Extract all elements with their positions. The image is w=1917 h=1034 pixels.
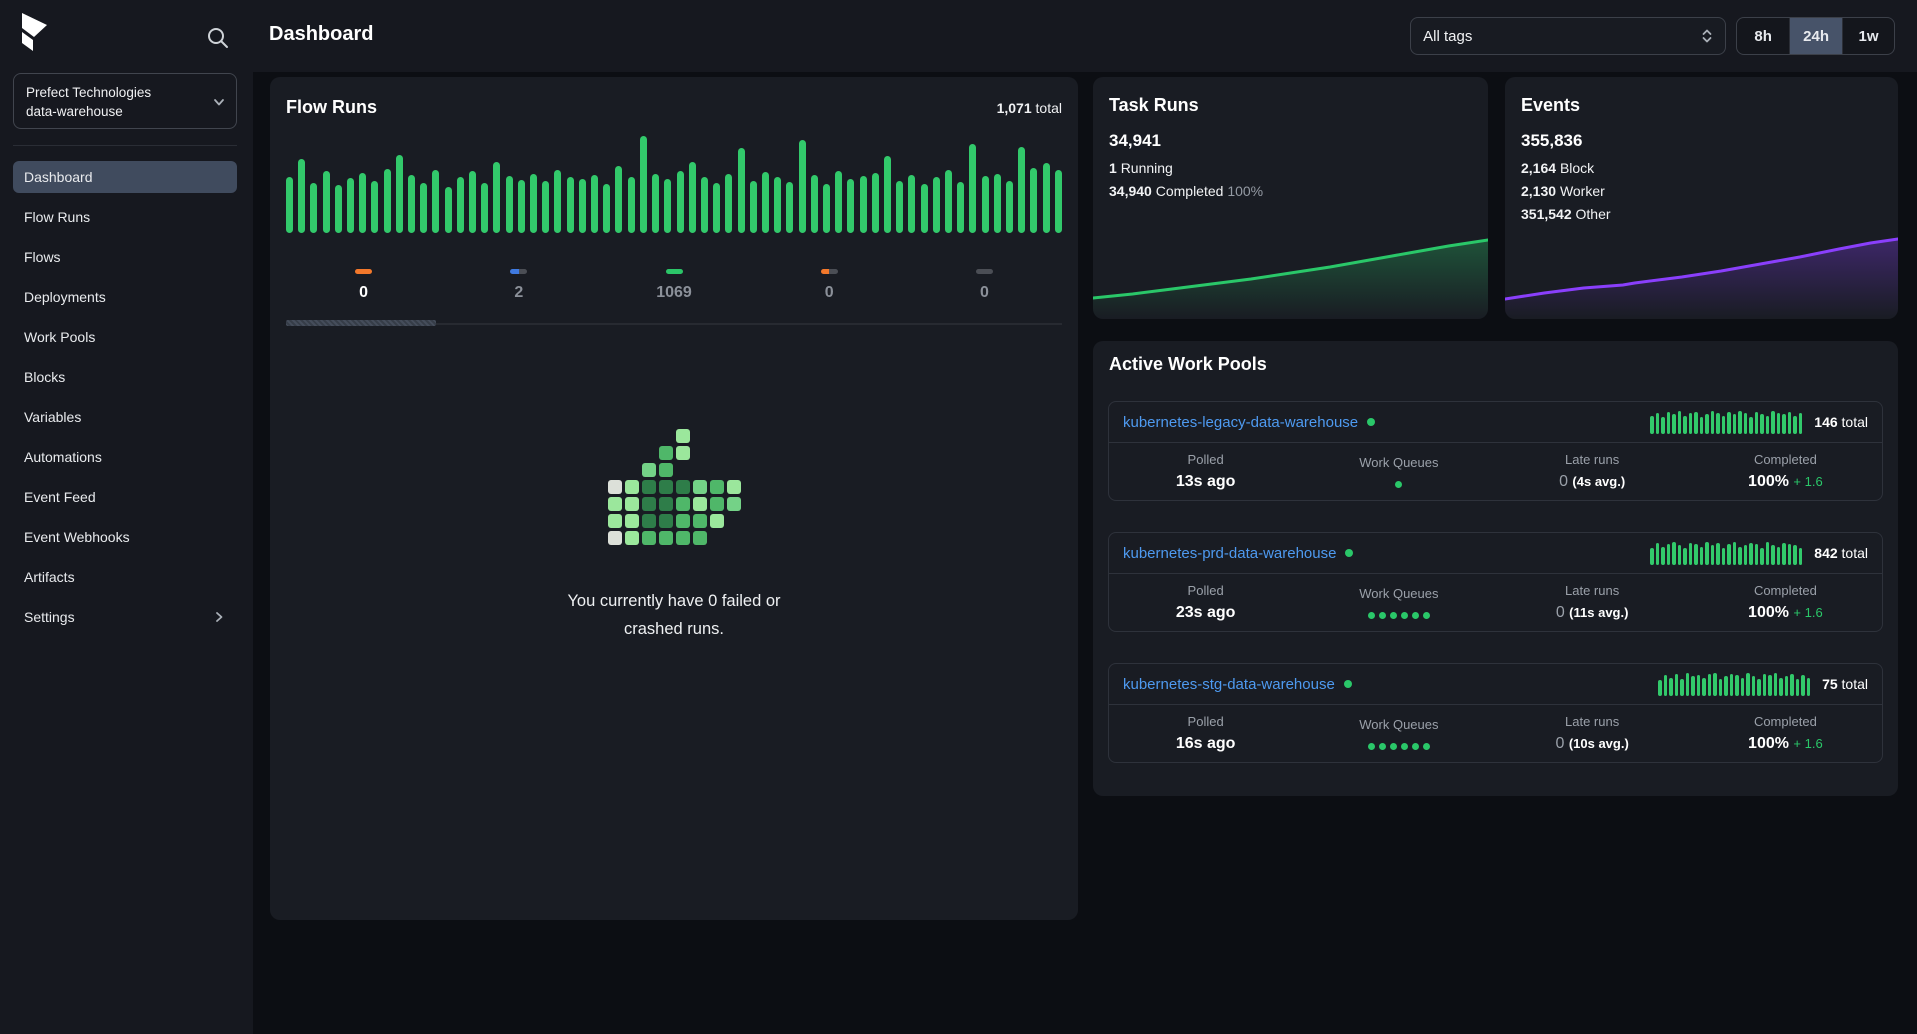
empty-state-text: You currently have 0 failed or crashed r… <box>567 587 780 643</box>
work-pool-row: kubernetes-prd-data-warehouse 842 total … <box>1108 532 1883 632</box>
healthy-dot-icon <box>1344 680 1352 688</box>
range-button-8h[interactable]: 8h <box>1737 18 1789 54</box>
events-worker-row: 2,130 Worker <box>1521 183 1882 199</box>
sidebar: Prefect Technologies data-warehouse Dash… <box>0 0 253 1034</box>
polled-stat: Polled 13s ago <box>1109 452 1302 491</box>
flow-runs-card: Flow Runs 1,071 total 0 2 1069 0 <box>270 77 1078 920</box>
sidebar-item-event-webhooks[interactable]: Event Webhooks <box>13 521 237 553</box>
task-runs-card: Task Runs 34,941 1 Running 34,940 Comple… <box>1093 77 1488 319</box>
active-work-pools-title: Active Work Pools <box>1109 354 1882 375</box>
sidebar-item-variables[interactable]: Variables <box>13 401 237 433</box>
prefect-logo-icon[interactable] <box>21 12 48 52</box>
legend-dash <box>355 269 372 274</box>
events-block-row: 2,164 Block <box>1521 160 1882 176</box>
chevron-right-icon <box>212 610 226 624</box>
work-pool-mini-bar-chart <box>1658 672 1810 696</box>
work-pool-total: 842 total <box>1814 545 1868 561</box>
events-title: Events <box>1521 95 1882 116</box>
tags-filter-value: All tags <box>1423 28 1472 45</box>
range-button-1w[interactable]: 1w <box>1842 18 1894 54</box>
events-card: Events 355,836 2,164 Block 2,130 Worker … <box>1505 77 1898 319</box>
legend-item-failed[interactable]: 0 <box>752 259 907 302</box>
main-content: Flow Runs 1,071 total 0 2 1069 0 <box>253 72 1917 1034</box>
flow-runs-total: 1,071 total <box>997 100 1062 116</box>
work-queues-stat: Work Queues <box>1302 455 1495 488</box>
work-pool-total: 146 total <box>1814 414 1868 430</box>
search-icon[interactable] <box>205 25 231 51</box>
work-pool-mini-bar-chart <box>1650 541 1802 565</box>
timeline-scrubber <box>286 320 1062 326</box>
work-pool-link[interactable]: kubernetes-legacy-data-warehouse <box>1123 414 1358 431</box>
work-queues-stat: Work Queues <box>1302 717 1495 750</box>
sidebar-item-settings[interactable]: Settings <box>13 601 237 633</box>
work-pool-row: kubernetes-stg-data-warehouse 75 total P… <box>1108 663 1883 763</box>
work-pool-link[interactable]: kubernetes-stg-data-warehouse <box>1123 676 1335 693</box>
work-queues-stat: Work Queues <box>1302 586 1495 619</box>
sidebar-divider <box>13 145 237 146</box>
workspace-org: Prefect Technologies <box>26 83 206 102</box>
legend-dash <box>666 269 683 274</box>
legend-item-running[interactable]: 2 <box>441 259 596 302</box>
work-queue-dots <box>1302 607 1495 619</box>
chevron-down-icon <box>212 95 226 109</box>
range-button-24h[interactable]: 24h <box>1789 18 1842 54</box>
legend-dash <box>510 269 527 274</box>
completed-stat: Completed 100% + 1.6 <box>1689 583 1882 622</box>
sidebar-nav: Dashboard Flow Runs Flows Deployments Wo… <box>13 161 237 641</box>
task-runs-completed: 34,940 Completed 100% <box>1109 183 1472 199</box>
polled-stat: Polled 16s ago <box>1109 714 1302 753</box>
flow-runs-empty-state: You currently have 0 failed or crashed r… <box>270 429 1078 643</box>
work-pool-row: kubernetes-legacy-data-warehouse 146 tot… <box>1108 401 1883 501</box>
task-runs-sparkline <box>1093 219 1488 319</box>
work-pool-total: 75 total <box>1822 676 1868 692</box>
legend-dash <box>976 269 993 274</box>
page-title: Dashboard <box>269 23 373 46</box>
healthy-dot-icon <box>1345 549 1353 557</box>
sidebar-item-automations[interactable]: Automations <box>13 441 237 473</box>
workspace-name: data-warehouse <box>26 102 206 121</box>
work-queue-dots <box>1302 738 1495 750</box>
events-sparkline <box>1505 219 1898 319</box>
events-other-row: 351,542 Other <box>1521 206 1882 222</box>
work-pool-link[interactable]: kubernetes-prd-data-warehouse <box>1123 545 1336 562</box>
completed-stat: Completed 100% + 1.6 <box>1689 452 1882 491</box>
scrubber-handle[interactable] <box>286 320 436 326</box>
flow-runs-title: Flow Runs <box>286 97 377 118</box>
legend-item-late[interactable]: 0 <box>286 259 441 302</box>
work-pool-mini-bar-chart <box>1650 410 1802 434</box>
completed-stat: Completed 100% + 1.6 <box>1689 714 1882 753</box>
topbar: Dashboard All tags 8h 24h 1w <box>0 0 1917 72</box>
late-runs-stat: Late runs 0 (11s avg.) <box>1496 583 1689 622</box>
sidebar-item-artifacts[interactable]: Artifacts <box>13 561 237 593</box>
legend-dash <box>821 269 838 274</box>
flow-runs-bar-chart <box>286 129 1062 233</box>
sidebar-item-event-feed[interactable]: Event Feed <box>13 481 237 513</box>
events-total: 355,836 <box>1521 131 1882 151</box>
tags-filter-select[interactable]: All tags <box>1410 17 1726 55</box>
sidebar-item-work-pools[interactable]: Work Pools <box>13 321 237 353</box>
task-runs-total: 34,941 <box>1109 131 1472 151</box>
sidebar-item-dashboard[interactable]: Dashboard <box>13 161 237 193</box>
healthy-dot-icon <box>1367 418 1375 426</box>
topbar-controls: All tags 8h 24h 1w <box>1410 17 1895 55</box>
flow-runs-legend: 0 2 1069 0 0 <box>286 259 1062 302</box>
sidebar-item-flows[interactable]: Flows <box>13 241 237 273</box>
task-runs-running: 1 Running <box>1109 160 1472 176</box>
active-work-pools-card: Active Work Pools kubernetes-legacy-data… <box>1093 341 1898 796</box>
work-queue-dots <box>1302 476 1495 488</box>
polled-stat: Polled 23s ago <box>1109 583 1302 622</box>
sidebar-item-deployments[interactable]: Deployments <box>13 281 237 313</box>
time-range-group: 8h 24h 1w <box>1736 17 1895 55</box>
thumbs-up-graphic <box>608 429 741 545</box>
late-runs-stat: Late runs 0 (4s avg.) <box>1496 452 1689 491</box>
late-runs-stat: Late runs 0 (10s avg.) <box>1496 714 1689 753</box>
sidebar-item-flow-runs[interactable]: Flow Runs <box>13 201 237 233</box>
sidebar-item-blocks[interactable]: Blocks <box>13 361 237 393</box>
task-runs-title: Task Runs <box>1109 95 1472 116</box>
legend-item-completed[interactable]: 1069 <box>596 259 751 302</box>
legend-item-crashed[interactable]: 0 <box>907 259 1062 302</box>
select-updown-icon <box>1701 28 1713 44</box>
workspace-switcher[interactable]: Prefect Technologies data-warehouse <box>13 73 237 129</box>
